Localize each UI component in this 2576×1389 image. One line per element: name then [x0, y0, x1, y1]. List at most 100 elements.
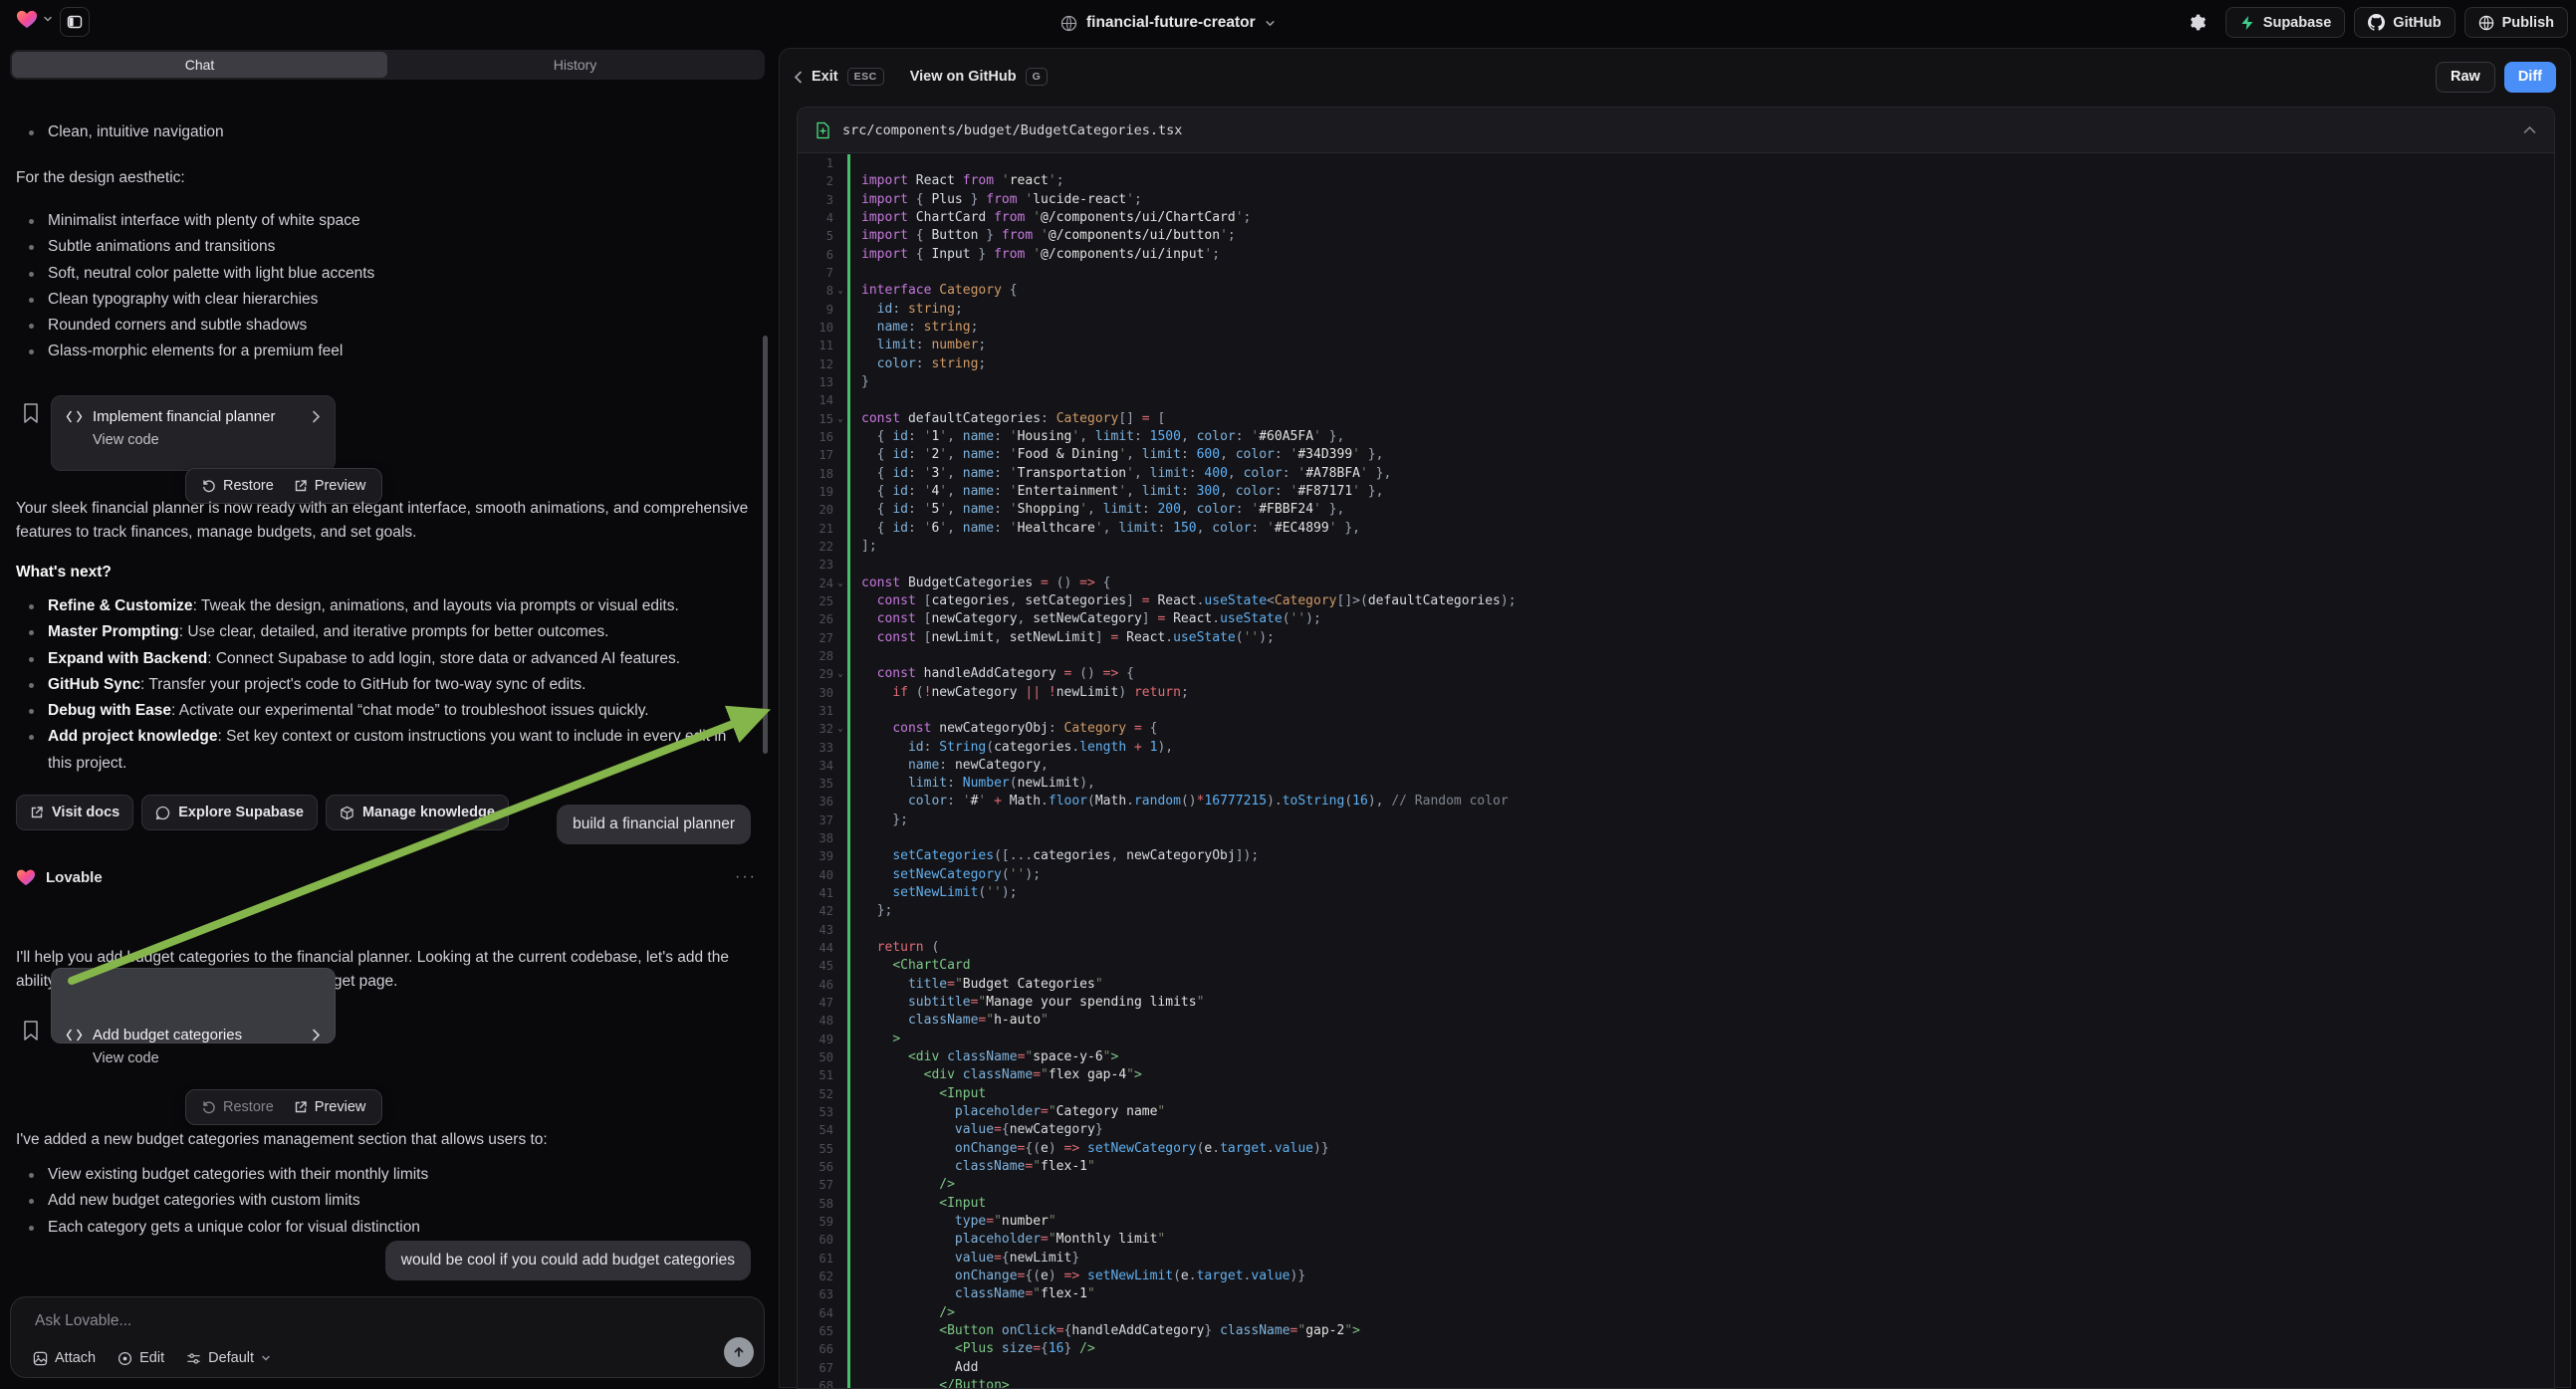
line-number: 64: [820, 1304, 833, 1322]
fold-chevron-icon[interactable]: ⌄: [833, 720, 847, 738]
supabase-button[interactable]: Supabase: [2225, 7, 2346, 38]
line-number: 10: [820, 319, 833, 337]
publish-globe-icon: [2478, 15, 2494, 31]
edit-button[interactable]: Edit: [117, 1350, 164, 1366]
code-line: 52 <Input: [798, 1085, 2554, 1103]
line-number: 19: [820, 483, 833, 501]
visit-docs-button[interactable]: Visit docs: [16, 795, 133, 830]
line-number: 68: [820, 1377, 833, 1389]
settings-button[interactable]: [2181, 7, 2217, 38]
globe-icon: [1060, 15, 1077, 32]
line-number: 56: [820, 1158, 833, 1176]
code-line: 54 value={newCategory}: [798, 1121, 2554, 1139]
raw-toggle-button[interactable]: Raw: [2436, 62, 2495, 93]
diff-toggle-button[interactable]: Diff: [2504, 62, 2556, 93]
list-item: Each category gets a unique color for vi…: [16, 1215, 731, 1241]
code-icon: [66, 410, 83, 423]
version-card-add-budget-categories[interactable]: Add budget categories View code: [66, 1027, 321, 1066]
line-number: 47: [820, 994, 833, 1012]
line-number: 12: [820, 355, 833, 373]
view-code-link[interactable]: View code: [93, 1050, 321, 1066]
chevron-right-icon: [312, 1029, 321, 1042]
line-number: 25: [820, 592, 833, 610]
github-button[interactable]: GitHub: [2354, 7, 2455, 38]
message-menu-button[interactable]: ···: [735, 868, 757, 886]
line-number: 61: [820, 1250, 833, 1268]
code-line: 33 id: String(categories.length + 1),: [798, 739, 2554, 757]
tab-history[interactable]: History: [387, 52, 763, 78]
line-number: 44: [820, 939, 833, 957]
attach-button[interactable]: Attach: [33, 1350, 96, 1366]
code-line: 66 <Plus size={16} />: [798, 1340, 2554, 1358]
bookmark-icon[interactable]: [22, 1020, 40, 1042]
chat-scrollbar[interactable]: [763, 336, 768, 754]
model-selector[interactable]: Default: [186, 1350, 271, 1366]
explore-supabase-button[interactable]: Explore Supabase: [141, 795, 318, 830]
code-line: 53 placeholder="Category name": [798, 1103, 2554, 1121]
code-line: 34 name: newCategory,: [798, 757, 2554, 775]
view-code-link[interactable]: View code: [93, 432, 321, 448]
exit-button[interactable]: Exit ESC: [794, 68, 884, 86]
line-number: 27: [820, 629, 833, 647]
line-number: 39: [820, 847, 833, 865]
project-switcher[interactable]: financial-future-creator: [1060, 0, 1276, 46]
line-number: 43: [820, 921, 833, 939]
line-number: 7: [826, 264, 833, 282]
chat-composer[interactable]: Ask Lovable... Attach Edit: [10, 1296, 765, 1378]
line-number: 6: [826, 246, 833, 264]
code-line: 65 <Button onClick={handleAddCategory} c…: [798, 1322, 2554, 1340]
line-number: 37: [820, 811, 833, 829]
line-number: 60: [820, 1231, 833, 1249]
line-number: 16: [820, 428, 833, 446]
list-item: Soft, neutral color palette with light b…: [16, 261, 731, 287]
line-number: 36: [820, 793, 833, 810]
manage-knowledge-button[interactable]: Manage knowledge: [326, 795, 509, 830]
list-item: Debug with Ease: Activate our experiment…: [16, 698, 728, 724]
code-line: 16 { id: '1', name: 'Housing', limit: 15…: [798, 428, 2554, 446]
line-number: 14: [820, 391, 833, 409]
line-number: 66: [820, 1340, 833, 1358]
top-bar: financial-future-creator Supabase GitHub: [0, 0, 2576, 46]
bookmark-icon[interactable]: [22, 402, 40, 424]
toggle-sidebar-button[interactable]: [60, 7, 90, 37]
file-header[interactable]: src/components/budget/BudgetCategories.t…: [798, 108, 2554, 153]
chevron-down-icon: [43, 14, 53, 24]
publish-button[interactable]: Publish: [2464, 7, 2568, 38]
view-on-github-button[interactable]: View on GitHub G: [910, 68, 1049, 86]
fold-chevron-icon[interactable]: ⌄: [833, 575, 847, 592]
line-number: 55: [820, 1140, 833, 1158]
code-line: 12 color: string;: [798, 355, 2554, 373]
publish-label: Publish: [2502, 15, 2554, 31]
code-line: 61 value={newLimit}: [798, 1250, 2554, 1268]
fold-chevron-icon[interactable]: ⌄: [833, 410, 847, 428]
version-card-title: Add budget categories: [93, 1027, 302, 1043]
code-line: 58 <Input: [798, 1195, 2554, 1213]
line-number: 13: [820, 373, 833, 391]
fold-chevron-icon[interactable]: ⌄: [833, 282, 847, 300]
fold-chevron-icon[interactable]: ⌄: [833, 665, 847, 683]
code-content: 1 2import React from 'react';3import { P…: [798, 154, 2554, 1389]
line-number: 49: [820, 1031, 833, 1048]
send-button[interactable]: [724, 1337, 754, 1367]
code-line: 47 subtitle="Manage your spending limits…: [798, 994, 2554, 1012]
code-line: 20 { id: '5', name: 'Shopping', limit: 2…: [798, 501, 2554, 519]
code-line: 68 </Button>: [798, 1377, 2554, 1389]
chat-input[interactable]: Ask Lovable...: [35, 1312, 131, 1330]
line-number: 45: [820, 957, 833, 975]
tab-chat[interactable]: Chat: [12, 52, 387, 78]
chevron-left-icon: [794, 71, 803, 84]
code-line: 46 title="Budget Categories": [798, 976, 2554, 994]
g-kbd: G: [1026, 68, 1049, 86]
code-line: 35 limit: Number(newLimit),: [798, 775, 2554, 793]
gear-icon: [2189, 13, 2208, 32]
code-line: 38: [798, 829, 2554, 847]
list-item: Minimalist interface with plenty of whit…: [16, 208, 731, 234]
lovable-logo[interactable]: [16, 9, 53, 29]
code-line: 32⌄ const newCategoryObj: Category = {: [798, 720, 2554, 738]
line-number: 31: [820, 702, 833, 720]
line-number: 26: [820, 610, 833, 628]
chevron-up-icon[interactable]: [2523, 125, 2536, 134]
list-item: Glass-morphic elements for a premium fee…: [16, 339, 731, 364]
code-view-toolbar: Exit ESC View on GitHub G Raw Diff: [780, 49, 2570, 105]
code-line: 25 const [categories, setCategories] = R…: [798, 592, 2554, 610]
